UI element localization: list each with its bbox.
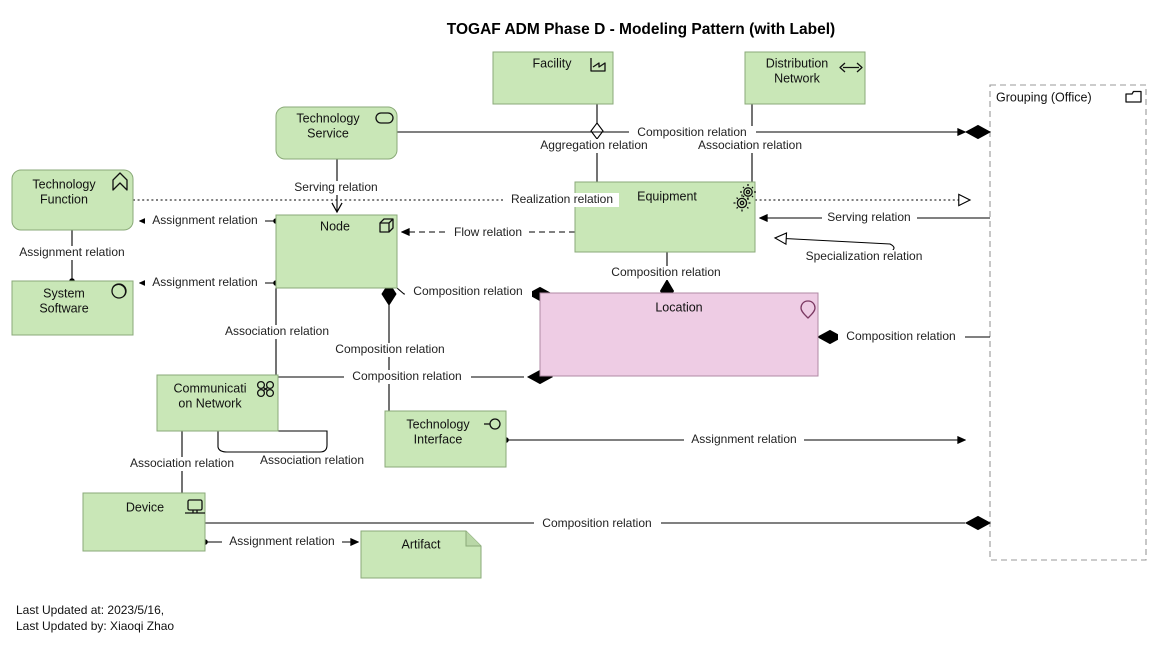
communication-network-label-line1: Communicati	[174, 381, 247, 395]
svg-text:Association relation: Association relation	[130, 456, 234, 470]
relation-label-assignment-node-techfunction: Assignment relation	[145, 213, 265, 228]
svg-text:Realization relation: Realization relation	[511, 192, 613, 206]
relation-label-composition-node-vertical: Composition relation	[327, 342, 454, 357]
footer-last-updated-at: Last Updated at: 2023/5/16,	[16, 603, 164, 617]
technology-function-label-line1: Technology	[32, 177, 96, 191]
archimate-diagram-canvas: TOGAF ADM Phase D - Modeling Pattern (wi…	[11, 21, 1147, 633]
relation-label-serving-techservice-node: Serving relation	[289, 180, 384, 195]
svg-text:Assignment relation: Assignment relation	[229, 534, 334, 548]
aggregation-diamond-facility	[590, 122, 604, 140]
device-label: Device	[126, 500, 164, 514]
relation-label-assignment-node-systemsoftware: Assignment relation	[145, 275, 265, 290]
technology-interface-label-line2: Interface	[414, 432, 463, 446]
node-location[interactable]: Location	[539, 292, 819, 377]
location-label: Location	[655, 300, 702, 314]
relation-label-association-commnetwork-right: Association relation	[252, 453, 373, 468]
relation-edges	[67, 104, 992, 547]
relation-label-association-device-commnetwork: Association relation	[122, 456, 243, 471]
folder-icon	[1125, 90, 1142, 103]
system-software-label-line2: Software	[39, 301, 88, 315]
composition-diamond-grouping-top	[964, 124, 992, 140]
communication-network-label-line2: on Network	[178, 396, 242, 410]
system-software-label-line1: System	[43, 286, 85, 300]
relation-label-composition-device-grouping: Composition relation	[534, 516, 661, 531]
relation-label-aggregation-facility: Aggregation relation	[531, 138, 659, 153]
node-system-software[interactable]: System Software	[11, 280, 134, 336]
svg-text:Composition relation: Composition relation	[335, 342, 444, 356]
technology-function-label-line2: Function	[40, 192, 88, 206]
relation-label-assignment-techinterface-grouping: Assignment relation	[684, 432, 804, 447]
node-technology-function[interactable]: Technology Function	[11, 169, 134, 231]
grouping-office-container[interactable]: Grouping (Office)	[989, 84, 1147, 561]
svg-text:Association relation: Association relation	[225, 324, 329, 338]
technology-service-label-line1: Technology	[296, 111, 360, 125]
equipment-label: Equipment	[637, 189, 697, 203]
node-device[interactable]: Device	[82, 492, 206, 552]
svg-text:Serving relation: Serving relation	[294, 180, 377, 194]
svg-text:Aggregation relation: Aggregation relation	[540, 138, 647, 152]
node-technology-service[interactable]: Technology Service	[275, 106, 398, 160]
svg-text:Composition relation: Composition relation	[846, 329, 955, 343]
relation-label-assignment-techfunction-systemsoftware: Assignment relation	[12, 245, 132, 260]
artifact-label: Artifact	[402, 537, 441, 551]
relation-label-composition-commnetwork-location: Composition relation	[344, 369, 471, 384]
relation-label-assignment-device-artifact: Assignment relation	[222, 534, 342, 549]
node-artifact[interactable]: Artifact	[360, 530, 482, 579]
svg-text:Assignment relation: Assignment relation	[19, 245, 124, 259]
page-title: TOGAF ADM Phase D - Modeling Pattern (wi…	[447, 21, 835, 38]
svg-text:Assignment relation: Assignment relation	[152, 213, 257, 227]
footer: Last Updated at: 2023/5/16, Last Updated…	[16, 603, 174, 633]
footer-last-updated-by: Last Updated by: Xiaoqi Zhao	[16, 619, 174, 633]
svg-text:Composition relation: Composition relation	[542, 516, 651, 530]
svg-text:Specialization relation: Specialization relation	[806, 249, 923, 263]
facility-label: Facility	[533, 56, 573, 70]
distribution-network-label-line1: Distribution	[766, 56, 829, 70]
relation-label-association-distribution: Association relation	[690, 138, 811, 153]
technology-interface-label-line1: Technology	[406, 417, 470, 431]
relation-label-composition-node-location: Composition relation	[405, 284, 532, 299]
node-communication-network[interactable]: Communicati on Network	[156, 374, 279, 432]
node-distribution-network[interactable]: Distribution Network	[744, 51, 866, 105]
svg-text:Composition relation: Composition relation	[413, 284, 522, 298]
relation-label-composition-location-grouping: Composition relation	[838, 329, 965, 344]
svg-text:Composition relation: Composition relation	[611, 265, 720, 279]
node-facility[interactable]: Facility	[492, 51, 614, 105]
node-technology-interface[interactable]: Technology Interface	[384, 410, 507, 468]
svg-text:Assignment relation: Assignment relation	[152, 275, 257, 289]
relation-label-specialization: Specialization relation	[800, 249, 928, 264]
relation-label-composition-equipment-location: Composition relation	[603, 265, 730, 280]
svg-text:Association relation: Association relation	[260, 453, 364, 467]
technology-service-label-line2: Service	[307, 126, 349, 140]
svg-text:Flow relation: Flow relation	[454, 225, 522, 239]
relation-label-serving-grouping-equipment: Serving relation	[822, 210, 917, 225]
document-corner-icon	[465, 531, 481, 547]
svg-text:Assignment relation: Assignment relation	[691, 432, 796, 446]
svg-text:Serving relation: Serving relation	[827, 210, 910, 224]
relation-label-flow: Flow relation	[449, 225, 527, 240]
distribution-network-label-line2: Network	[774, 71, 821, 85]
node-label: Node	[320, 219, 350, 233]
svg-text:Composition relation: Composition relation	[637, 125, 746, 139]
edge-commnetwork-right-loop	[217, 430, 328, 453]
grouping-border	[989, 84, 1147, 561]
relation-label-association-node-commnetwork: Association relation	[217, 324, 338, 339]
grouping-label: Grouping (Office)	[996, 90, 1092, 104]
node-node[interactable]: Node	[275, 214, 398, 289]
svg-text:Association relation: Association relation	[698, 138, 802, 152]
composition-diamond-grouping-bottom	[964, 515, 992, 531]
svg-text:Composition relation: Composition relation	[352, 369, 461, 383]
relation-label-realization: Realization relation	[505, 192, 619, 207]
